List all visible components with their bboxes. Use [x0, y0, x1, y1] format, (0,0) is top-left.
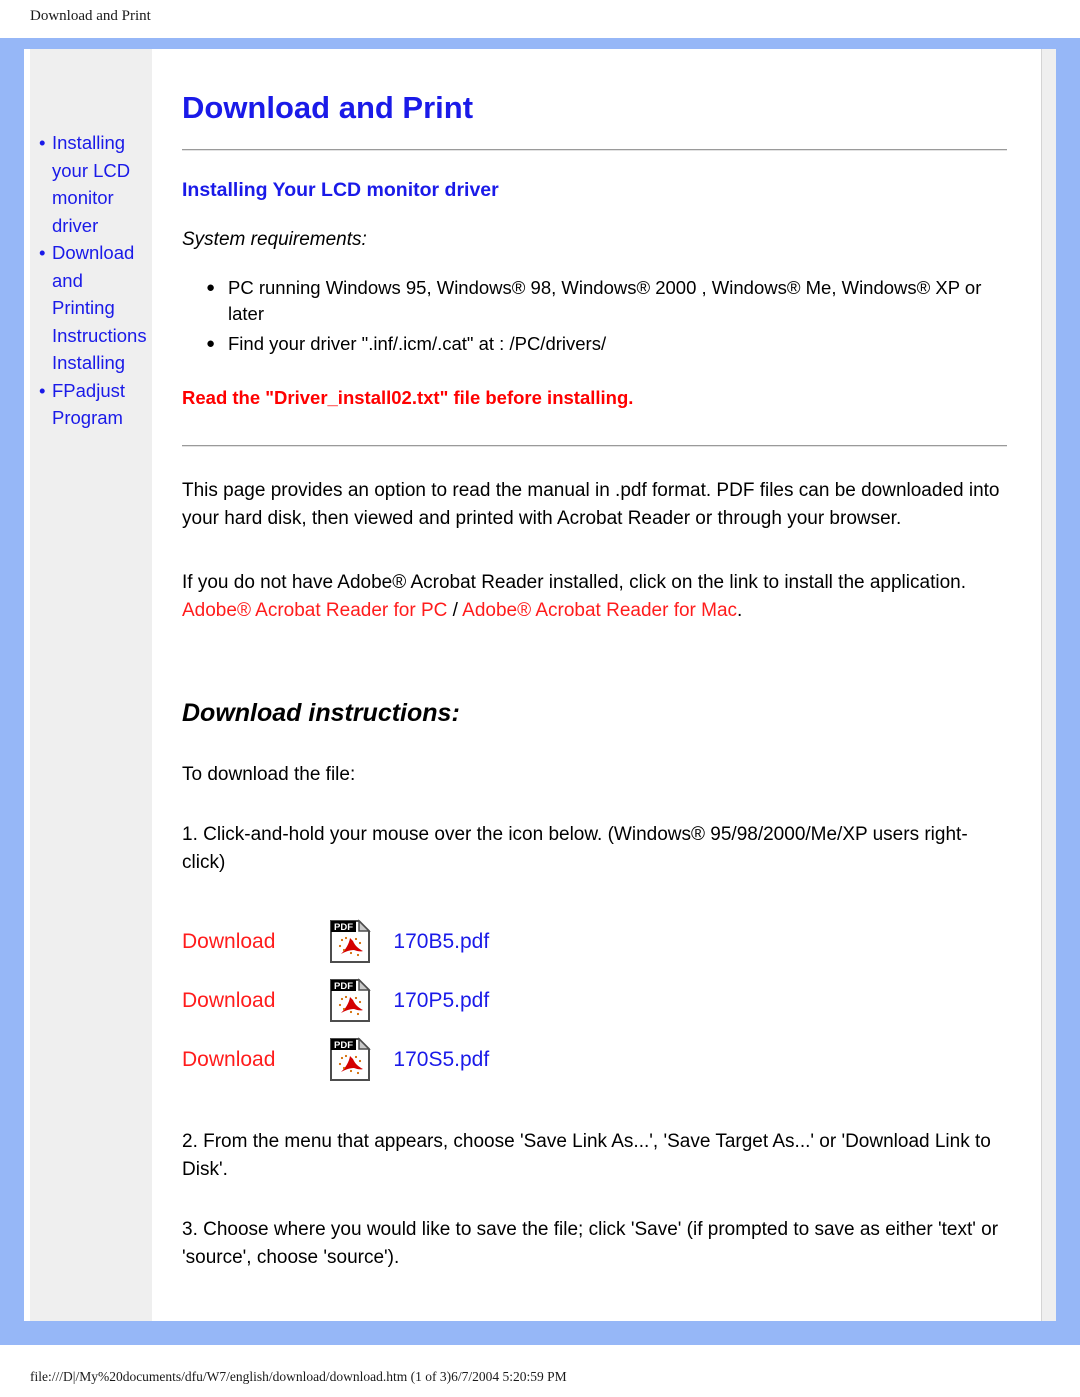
download-action-cell: Download — [182, 978, 329, 1037]
sidebar-item-fpadjust-program[interactable]: • FPadjust Program — [30, 377, 152, 432]
pdf-filename-cell: 170P5.pdf — [375, 978, 489, 1037]
download-link-170b5[interactable]: Download — [182, 930, 329, 953]
section-title-installing-driver: Installing Your LCD monitor driver — [182, 179, 499, 201]
download-action-cell: Download — [182, 919, 329, 978]
page-title: Download and Print — [182, 90, 474, 125]
table-row: Download PDF — [182, 978, 489, 1037]
acrobat-reader-pc-link[interactable]: Adobe® Acrobat Reader for PC — [182, 600, 447, 621]
table-row: Download PDF — [182, 919, 489, 978]
requirement-text: Find your driver ".inf/.icm/.cat" at : /… — [228, 333, 607, 354]
pdf-file-icon[interactable]: PDF — [329, 978, 375, 1023]
requirement-text: PC running Windows 95, Windows® 98, Wind… — [228, 277, 982, 324]
page-frame: • Installing your LCD monitor driver • D… — [0, 38, 1080, 1345]
sidebar-item-label: Installing your LCD monitor driver — [52, 132, 131, 236]
sidebar-item-label: FPadjust Program — [52, 379, 126, 429]
main-content: Download and Print Installing Your LCD m… — [152, 49, 1041, 1321]
intro-paragraph: This page provides an option to read the… — [182, 480, 1000, 529]
link-separator: / — [447, 600, 463, 621]
download-step-2: 2. From the menu that appears, choose 'S… — [182, 1131, 991, 1180]
downloads-table: Download PDF 170B5.pdf Download PDF 170P… — [182, 919, 489, 1096]
pdf-icon-cell: PDF — [329, 919, 375, 978]
acrobat-reader-mac-link[interactable]: Adobe® Acrobat Reader for Mac — [462, 600, 737, 621]
print-header-title: Download and Print — [30, 8, 151, 24]
acrobat-paragraph: If you do not have Adobe® Acrobat Reader… — [182, 569, 1007, 625]
bullet-icon: • — [39, 379, 46, 401]
pdf-filename-cell: 170S5.pdf — [375, 1037, 489, 1096]
bullet-icon: • — [39, 132, 46, 153]
sidebar-nav-list: • Installing your LCD monitor driver • D… — [30, 129, 152, 432]
bullet-icon: ● — [206, 279, 216, 296]
sidebar-item-download-printing-instructions[interactable]: • Download and Printing Instructions Ins… — [30, 239, 152, 377]
right-gutter-strip — [1041, 49, 1056, 1321]
download-action-cell: Download — [182, 1037, 329, 1096]
download-instructions-title: Download instructions: — [182, 699, 460, 727]
frame-inner: • Installing your LCD monitor driver • D… — [24, 49, 1056, 1321]
pdf-link-170b5[interactable]: 170B5.pdf — [375, 930, 489, 953]
svg-text:PDF: PDF — [334, 981, 353, 992]
pdf-file-icon[interactable]: PDF — [329, 919, 375, 964]
pdf-file-icon[interactable]: PDF — [329, 1037, 375, 1082]
svg-text:PDF: PDF — [334, 1040, 353, 1051]
pdf-link-170p5[interactable]: 170P5.pdf — [375, 989, 489, 1012]
link-period: . — [737, 600, 743, 621]
bullet-icon: • — [39, 242, 46, 263]
pdf-link-170s5[interactable]: 170S5.pdf — [375, 1048, 489, 1071]
download-link-170s5[interactable]: Download — [182, 1048, 329, 1071]
sidebar-item-label: Download and Printing Instructions Insta… — [52, 242, 147, 373]
pdf-filename-cell: 170B5.pdf — [375, 919, 489, 978]
sidebar-navigation: • Installing your LCD monitor driver • D… — [30, 49, 152, 1321]
acrobat-paragraph-text: If you do not have Adobe® Acrobat Reader… — [182, 572, 966, 593]
print-footer-path: file:///D|/My%20documents/dfu/W7/english… — [30, 1369, 567, 1384]
requirement-item: ● Find your driver ".inf/.icm/.cat" at :… — [206, 331, 1007, 357]
to-download-label: To download the file: — [182, 764, 356, 785]
download-link-170p5[interactable]: Download — [182, 989, 329, 1012]
table-row: Download PDF — [182, 1037, 489, 1096]
requirement-item: ● PC running Windows 95, Windows® 98, Wi… — [206, 275, 1007, 327]
sidebar-item-installing-lcd-driver[interactable]: • Installing your LCD monitor driver — [30, 129, 152, 239]
pdf-icon-cell: PDF — [329, 978, 375, 1037]
divider-top — [182, 149, 1007, 151]
system-requirements-label: System requirements: — [182, 229, 367, 250]
pdf-icon-cell: PDF — [329, 1037, 375, 1096]
download-step-3: 3. Choose where you would like to save t… — [182, 1219, 999, 1268]
driver-install-warning: Read the "Driver_install02.txt" file bef… — [182, 387, 634, 408]
bullet-icon: ● — [206, 335, 216, 352]
divider-middle — [182, 445, 1007, 447]
system-requirements-list: ● PC running Windows 95, Windows® 98, Wi… — [182, 275, 1007, 357]
download-step-1: 1. Click-and-hold your mouse over the ic… — [182, 824, 968, 873]
content-wrapper: Download and Print Installing Your LCD m… — [152, 49, 1056, 1321]
svg-text:PDF: PDF — [334, 922, 353, 933]
